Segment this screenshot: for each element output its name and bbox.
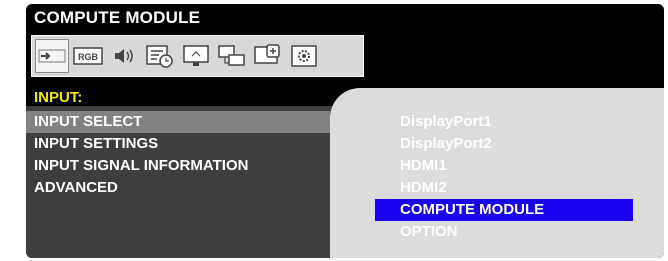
osd-toolbar: RGB: [31, 35, 364, 77]
rgb-icon-label: RGB: [78, 52, 99, 62]
option-option[interactable]: OPTION: [375, 221, 633, 243]
toolbar-multi-input-button[interactable]: [215, 39, 249, 73]
add-monitor-icon: [254, 44, 280, 64]
audio-speaker-icon: [115, 49, 133, 63]
toolbar-schedule-button[interactable]: [143, 39, 177, 73]
menu-item-input-signal-information[interactable]: INPUT SIGNAL INFORMATION: [26, 155, 330, 177]
schedule-icon: [146, 45, 173, 68]
osd-panel: COMPUTE MODULE RGB INPUT: INPUT SELECT I…: [26, 4, 664, 258]
multi-input-icon: [218, 45, 245, 66]
input-menu: INPUT SELECT INPUT SETTINGS INPUT SIGNAL…: [26, 111, 330, 199]
input-options: DisplayPort1 DisplayPort2 HDMI1 HDMI2 CO…: [375, 111, 633, 243]
toolbar-add-monitor-button[interactable]: [251, 39, 285, 73]
toolbar-audio-button[interactable]: [107, 39, 141, 73]
toolbar-rgb-button[interactable]: RGB: [71, 39, 105, 73]
menu-item-input-select[interactable]: INPUT SELECT: [26, 111, 330, 133]
option-hdmi1[interactable]: HDMI1: [375, 155, 633, 177]
rgb-icon: RGB: [73, 47, 103, 65]
toolbar-settings-button[interactable]: [287, 39, 321, 73]
option-displayport1[interactable]: DisplayPort1: [375, 111, 633, 133]
option-hdmi2[interactable]: HDMI2: [375, 177, 633, 199]
toolbar-monitor-button[interactable]: [179, 39, 213, 73]
option-displayport2[interactable]: DisplayPort2: [375, 133, 633, 155]
menu-item-advanced[interactable]: ADVANCED: [26, 177, 330, 199]
option-compute-module[interactable]: COMPUTE MODULE: [375, 199, 633, 221]
monitor-settings-icon: [183, 45, 209, 66]
toolbar-input-button[interactable]: [35, 39, 69, 73]
input-arrow-icon: [38, 49, 66, 63]
section-header: INPUT:: [34, 89, 83, 106]
menu-item-input-settings[interactable]: INPUT SETTINGS: [26, 133, 330, 155]
gear-icon: [291, 45, 317, 67]
panel-title: COMPUTE MODULE: [34, 8, 201, 27]
